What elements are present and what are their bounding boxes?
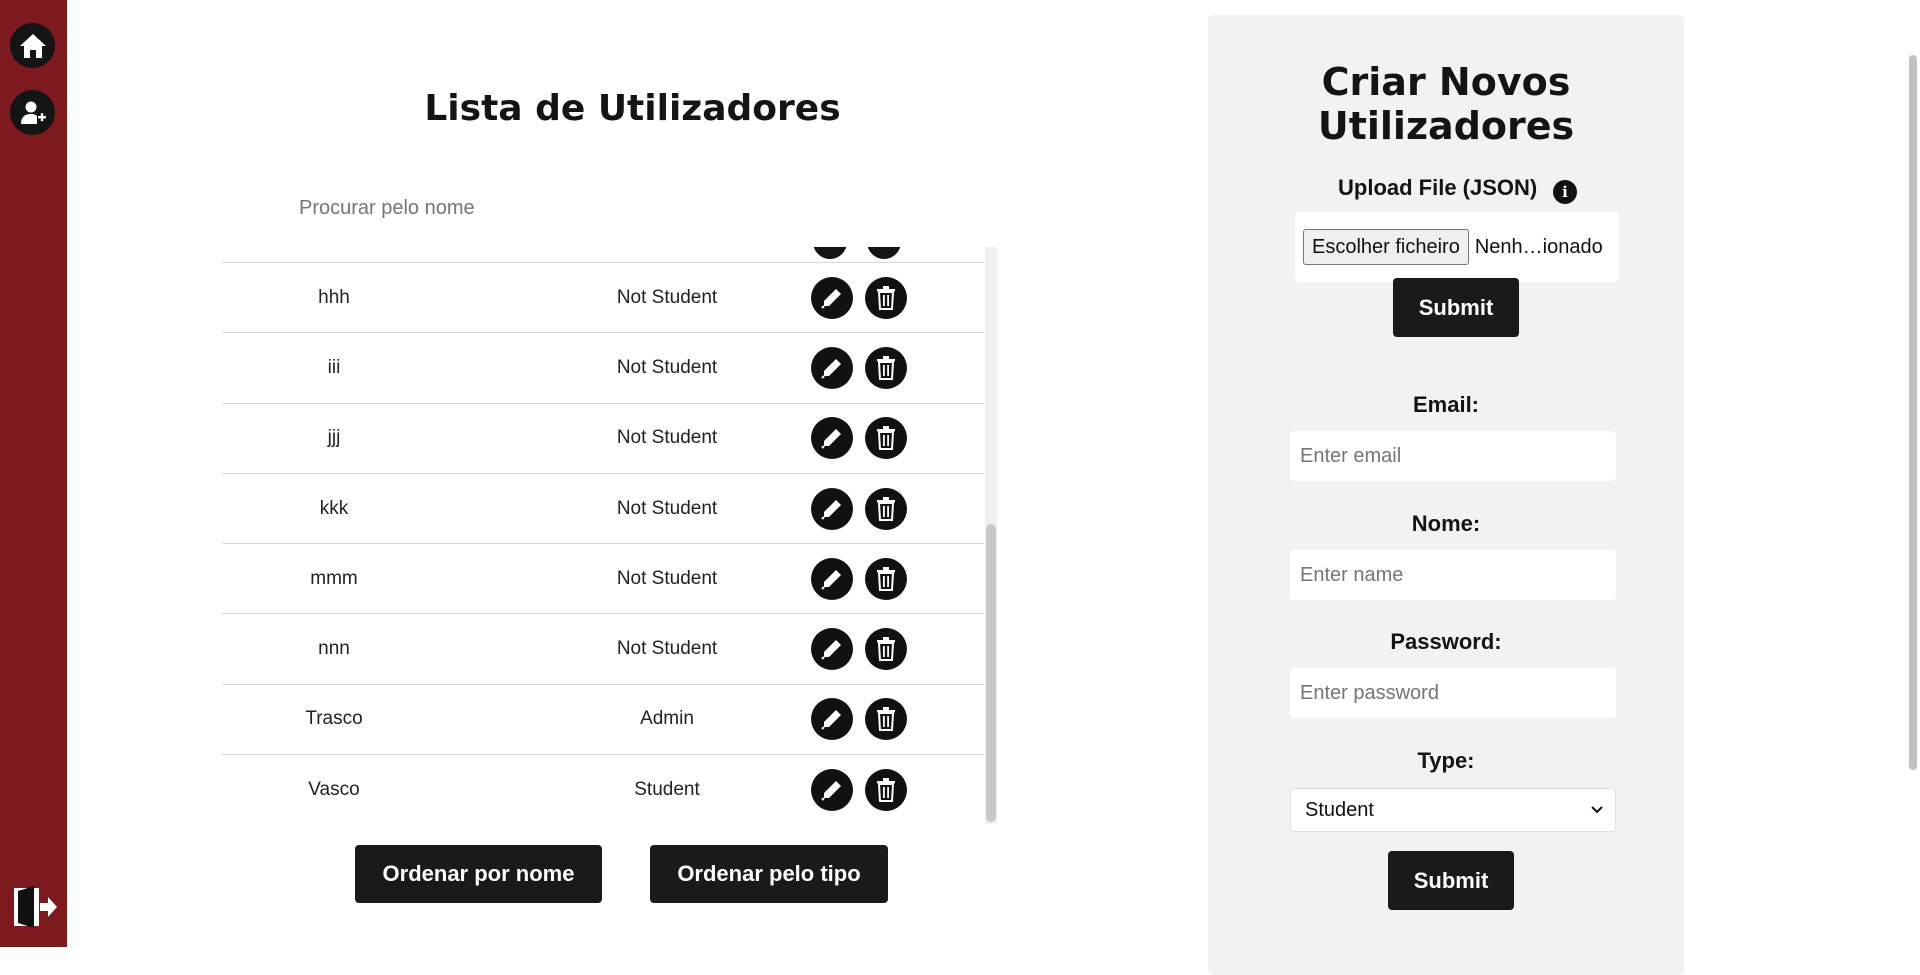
table-row: nnn Not Student bbox=[222, 614, 984, 685]
user-type-cell: Not Student bbox=[616, 286, 718, 308]
delete-button[interactable] bbox=[865, 346, 907, 389]
sort-by-type-button[interactable]: Ordenar pelo tipo bbox=[650, 845, 888, 903]
edit-button[interactable] bbox=[811, 698, 853, 741]
delete-button[interactable] bbox=[865, 557, 907, 600]
table-row: Vasco Student bbox=[222, 755, 984, 824]
delete-icon bbox=[877, 496, 895, 521]
file-input[interactable]: Escolher ficheiro Nenh…ionado bbox=[1295, 212, 1619, 282]
create-user-title: Criar Novos Utilizadores bbox=[1317, 60, 1575, 148]
table-row: kkk Not Student bbox=[222, 474, 984, 545]
edit-button[interactable] bbox=[811, 276, 853, 319]
table-row: iii Not Student bbox=[222, 333, 984, 404]
edit-icon bbox=[821, 358, 841, 379]
user-name-cell: nnn bbox=[318, 638, 350, 660]
table-row: hhh Not Student bbox=[222, 263, 984, 334]
user-list-title: Lista de Utilizadores bbox=[424, 88, 841, 129]
user-type-cell: Not Student bbox=[616, 497, 718, 519]
delete-button[interactable] bbox=[865, 769, 907, 812]
user-type-cell: Not Student bbox=[616, 638, 718, 660]
delete-icon bbox=[877, 355, 895, 380]
user-table-body: hhh Not Student iii Not Student jjj Not … bbox=[222, 247, 984, 824]
user-name-cell: iii bbox=[327, 356, 341, 378]
upload-file-label: Upload File (JSON) bbox=[1338, 175, 1538, 200]
password-label: Password: bbox=[1390, 629, 1502, 654]
home-icon bbox=[19, 33, 46, 58]
email-field[interactable] bbox=[1290, 431, 1616, 481]
add-user-icon bbox=[20, 101, 46, 124]
edit-icon bbox=[813, 247, 847, 259]
user-name-cell: jjj bbox=[327, 427, 341, 449]
user-name-cell: Trasco bbox=[305, 708, 363, 730]
info-icon[interactable]: i bbox=[1553, 180, 1577, 204]
type-label: Type: bbox=[1417, 748, 1475, 773]
edit-icon bbox=[821, 569, 841, 590]
type-select[interactable]: Student bbox=[1290, 788, 1616, 832]
table-scrollbar-thumb[interactable] bbox=[986, 524, 996, 822]
delete-button[interactable] bbox=[865, 276, 907, 319]
edit-button[interactable] bbox=[811, 557, 853, 600]
user-name-cell: hhh bbox=[318, 286, 350, 308]
logout-icon bbox=[14, 886, 57, 928]
page-scrollbar-thumb[interactable] bbox=[1909, 55, 1917, 770]
delete-button[interactable] bbox=[865, 417, 907, 460]
table-row: jjj Not Student bbox=[222, 404, 984, 474]
user-type-cell: Admin bbox=[640, 708, 694, 730]
user-name-cell: kkk bbox=[319, 497, 349, 519]
name-label: Nome: bbox=[1411, 511, 1481, 536]
delete-button[interactable] bbox=[865, 487, 907, 530]
delete-icon bbox=[877, 566, 895, 591]
edit-button[interactable] bbox=[811, 769, 853, 812]
chevron-down-icon bbox=[1591, 806, 1603, 814]
delete-icon bbox=[867, 247, 901, 259]
upload-submit-button[interactable]: Submit bbox=[1393, 278, 1519, 337]
password-field[interactable] bbox=[1290, 668, 1616, 718]
edit-button[interactable] bbox=[811, 487, 853, 530]
file-status-text: Nenh…ionado bbox=[1474, 235, 1603, 258]
email-label: Email: bbox=[1412, 392, 1480, 417]
table-row: Trasco Admin bbox=[222, 685, 984, 756]
name-field[interactable] bbox=[1290, 550, 1616, 600]
edit-icon bbox=[821, 710, 841, 731]
table-row: mmm Not Student bbox=[222, 544, 984, 615]
type-selected-value: Student bbox=[1305, 798, 1374, 821]
delete-button[interactable] bbox=[865, 628, 907, 671]
edit-icon bbox=[821, 288, 841, 309]
edit-button[interactable] bbox=[811, 628, 853, 671]
edit-icon bbox=[821, 429, 841, 449]
user-type-cell: Not Student bbox=[616, 567, 718, 589]
sidebar bbox=[0, 0, 67, 947]
table-scrollbar[interactable] bbox=[985, 247, 997, 824]
add-user-button[interactable] bbox=[10, 90, 55, 135]
user-type-cell: Not Student bbox=[616, 356, 718, 378]
edit-button[interactable] bbox=[811, 417, 853, 460]
choose-file-button[interactable]: Escolher ficheiro bbox=[1303, 229, 1469, 265]
create-user-panel: Criar Novos Utilizadores Upload File (JS… bbox=[1208, 15, 1684, 975]
edit-icon bbox=[821, 640, 841, 660]
edit-button[interactable] bbox=[811, 346, 853, 389]
delete-icon bbox=[877, 637, 895, 662]
delete-button[interactable] bbox=[865, 698, 907, 741]
delete-icon bbox=[877, 778, 895, 803]
edit-icon bbox=[821, 781, 841, 801]
user-name-cell: mmm bbox=[310, 567, 358, 589]
delete-icon bbox=[877, 426, 895, 451]
user-name-cell: Vasco bbox=[308, 779, 360, 801]
edit-icon bbox=[821, 499, 841, 520]
delete-icon bbox=[877, 707, 895, 732]
search-input[interactable] bbox=[285, 190, 685, 226]
user-type-cell: Student bbox=[634, 779, 700, 801]
user-table[interactable]: hhh Not Student iii Not Student jjj Not … bbox=[222, 247, 997, 824]
user-type-cell: Not Student bbox=[616, 427, 718, 449]
delete-icon bbox=[877, 285, 895, 310]
page-scrollbar[interactable] bbox=[1906, 0, 1920, 947]
sort-by-name-button[interactable]: Ordenar por nome bbox=[355, 845, 602, 903]
create-user-submit-button[interactable]: Submit bbox=[1388, 851, 1514, 910]
table-row-partial bbox=[222, 247, 984, 263]
logout-button[interactable] bbox=[10, 885, 58, 929]
home-button[interactable] bbox=[10, 23, 55, 68]
